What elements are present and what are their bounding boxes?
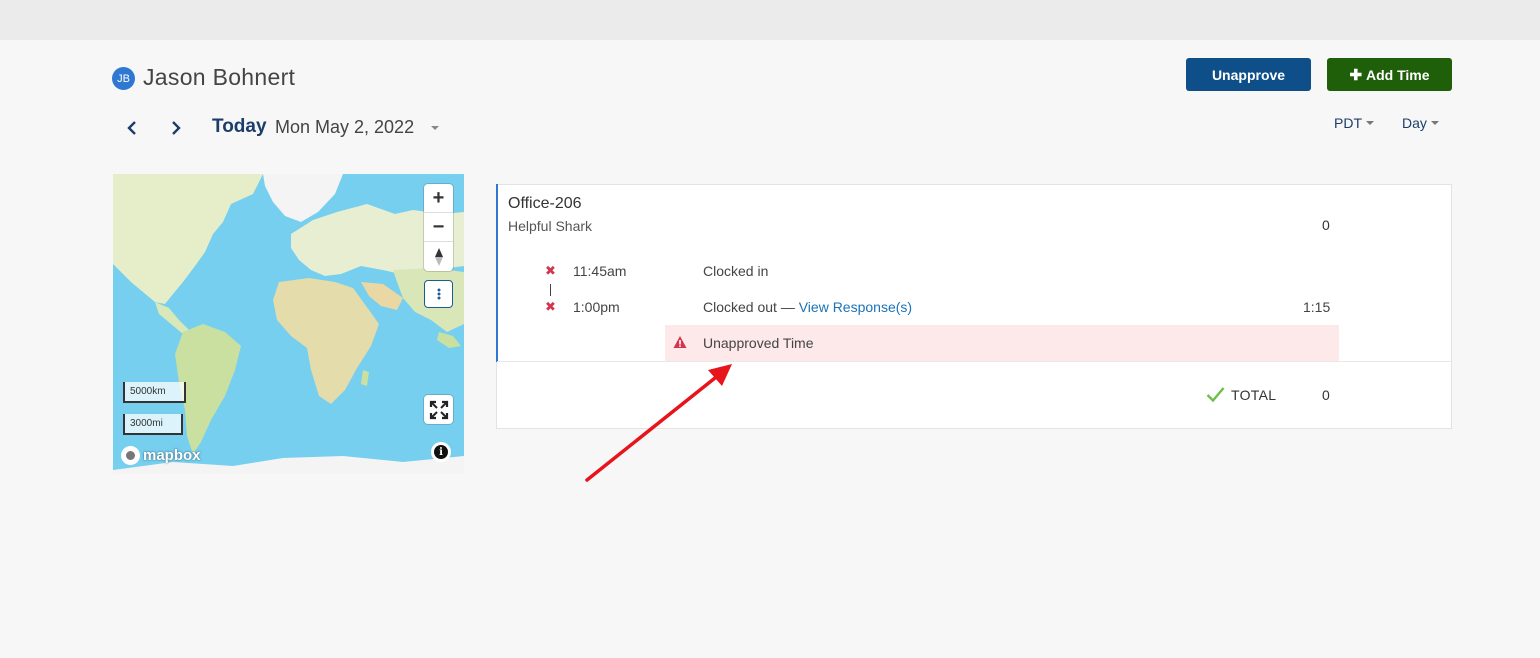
caret-down-icon[interactable] — [431, 126, 439, 130]
map-attribution-button[interactable]: i — [431, 442, 451, 462]
plus-icon: ✚ — [1349, 66, 1363, 84]
today-link[interactable]: Today — [212, 116, 267, 138]
fullscreen-icon — [429, 400, 448, 419]
annotation-arrow — [585, 364, 732, 482]
location-total: 0 — [1322, 217, 1330, 233]
previous-day-button[interactable] — [121, 116, 143, 140]
top-bar — [0, 0, 1540, 40]
info-icon: i — [434, 445, 448, 459]
chevron-left-icon — [127, 121, 136, 135]
add-time-button[interactable]: ✚ Add Time — [1327, 58, 1452, 91]
caret-down-icon — [1430, 121, 1439, 125]
view-responses-link[interactable]: View Response(s) — [799, 299, 912, 315]
check-icon — [1206, 387, 1225, 403]
compass-icon — [434, 247, 443, 266]
total-value: 0 — [1322, 387, 1330, 403]
x-icon: ✖ — [545, 299, 556, 314]
warning-icon — [673, 336, 687, 348]
clock-out-time: 1:00pm — [573, 299, 620, 315]
zoom-in-button[interactable]: + — [424, 184, 453, 213]
compass-button[interactable] — [424, 242, 453, 271]
add-time-label: Add Time — [1366, 66, 1430, 83]
user-name: Jason Bohnert — [143, 64, 296, 90]
alert-text: Unapproved Time — [703, 335, 814, 351]
timezone-dropdown[interactable]: PDT — [1334, 115, 1374, 131]
clock-out-event: Clocked out — View Response(s) — [703, 299, 912, 315]
more-vertical-icon — [437, 288, 440, 300]
avatar: JB — [112, 67, 135, 90]
zoom-out-button[interactable]: − — [424, 213, 453, 242]
chevron-right-icon — [172, 121, 181, 135]
location-name: Office-206 — [508, 195, 582, 212]
view-dropdown[interactable]: Day — [1402, 115, 1439, 131]
clock-in-time: 11:45am — [573, 263, 627, 279]
map-scale-km: 5000km — [123, 382, 186, 403]
map-options-button[interactable] — [424, 280, 453, 308]
date-picker[interactable]: Mon May 2, 2022 — [275, 117, 414, 138]
timezone-label: PDT — [1334, 115, 1362, 131]
x-icon: ✖ — [545, 263, 556, 278]
mapbox-logo[interactable]: mapbox — [121, 446, 201, 465]
view-label: Day — [1402, 115, 1427, 131]
unapprove-button[interactable]: Unapprove — [1186, 58, 1311, 91]
mapbox-icon — [121, 446, 140, 465]
clock-in-label: Clocked in — [703, 263, 769, 279]
map-zoom-controls: + − — [424, 184, 453, 271]
fullscreen-button[interactable] — [424, 395, 453, 424]
card-accent-bar — [496, 184, 498, 362]
entry-duration: 1:15 — [1303, 299, 1331, 315]
total-label: TOTAL — [1231, 387, 1277, 403]
caret-down-icon — [1366, 121, 1374, 125]
next-day-button[interactable] — [165, 116, 187, 140]
map-scale-mi: 3000mi — [123, 414, 183, 435]
clock-out-label: Clocked out — — [703, 299, 799, 315]
mapbox-logo-text: mapbox — [143, 447, 201, 464]
timeline-connector — [550, 284, 551, 296]
job-name: Helpful Shark — [508, 218, 593, 234]
